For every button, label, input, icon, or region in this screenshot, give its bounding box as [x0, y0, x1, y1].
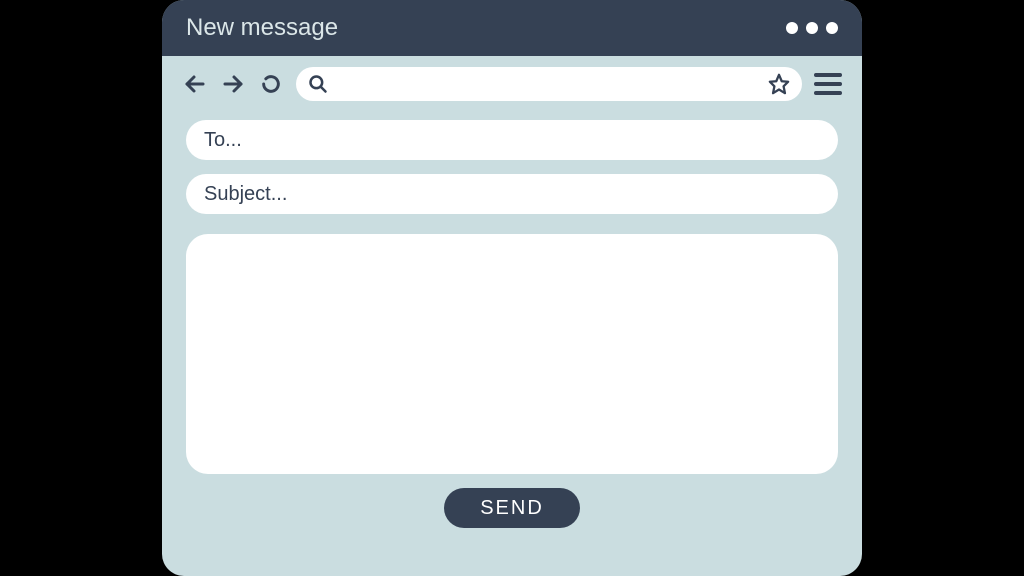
star-icon[interactable]	[768, 73, 790, 95]
send-button[interactable]: SEND	[444, 488, 580, 528]
window-control-dot[interactable]	[786, 22, 798, 34]
reload-icon[interactable]	[258, 71, 284, 97]
subject-input[interactable]	[204, 183, 820, 206]
address-input[interactable]	[336, 75, 760, 93]
window-controls	[786, 22, 838, 34]
title-bar: New message	[162, 0, 862, 56]
to-field[interactable]	[186, 120, 838, 160]
compose-form: SEND	[162, 112, 862, 528]
window-control-dot[interactable]	[826, 22, 838, 34]
back-icon[interactable]	[182, 71, 208, 97]
send-row: SEND	[186, 488, 838, 528]
window-title: New message	[186, 14, 338, 42]
menu-icon[interactable]	[814, 73, 842, 95]
body-textarea[interactable]	[186, 234, 838, 474]
address-bar[interactable]	[296, 67, 802, 101]
message-body[interactable]	[186, 234, 838, 474]
window-control-dot[interactable]	[806, 22, 818, 34]
subject-field[interactable]	[186, 174, 838, 214]
forward-icon[interactable]	[220, 71, 246, 97]
compose-window: New message	[162, 0, 862, 576]
to-input[interactable]	[204, 129, 820, 152]
toolbar	[162, 56, 862, 112]
search-icon	[308, 74, 328, 94]
